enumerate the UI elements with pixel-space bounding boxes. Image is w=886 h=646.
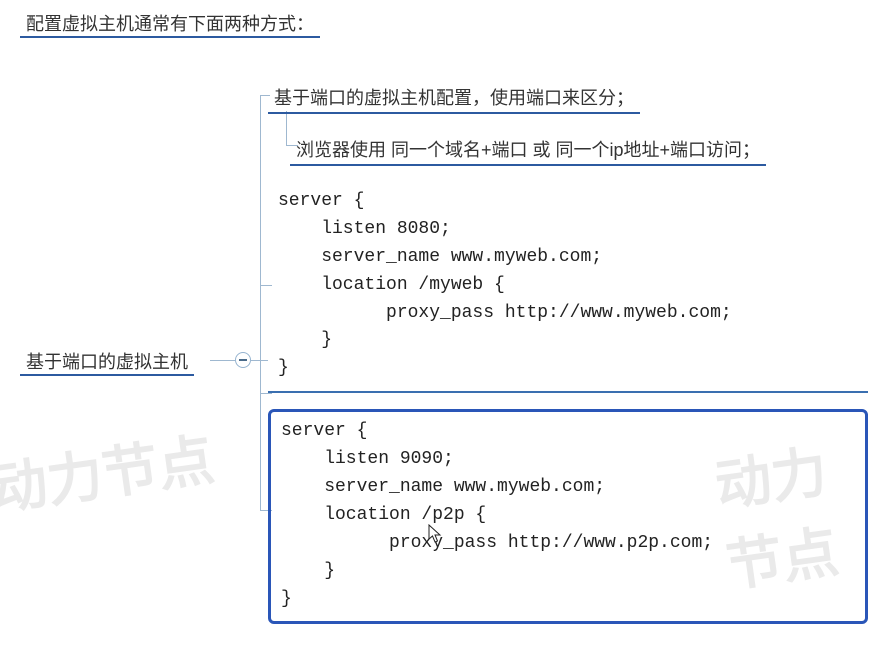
subnote-node[interactable]: 浏览器使用 同一个域名+端口 或 同一个ip地址+端口访问；	[290, 132, 868, 166]
title-text: 配置虚拟主机通常有下面两种方式：	[20, 10, 320, 38]
mindmap-diagram: 动力节点 动力节点 配置虚拟主机通常有下面两种方式： 基于端口的虚拟主机 基于端…	[0, 0, 886, 646]
collapse-toggle[interactable]	[235, 352, 251, 368]
code-block-server-8080[interactable]: server { listen 8080; server_name www.my…	[268, 182, 868, 393]
connector-line	[210, 360, 235, 361]
subtitle-text: 基于端口的虚拟主机配置，使用端口来区分；	[268, 80, 640, 114]
subnote-text: 浏览器使用 同一个域名+端口 或 同一个ip地址+端口访问；	[290, 132, 766, 166]
code-block-server-9090[interactable]: server { listen 9090; server_name www.my…	[268, 409, 868, 624]
title-node[interactable]: 配置虚拟主机通常有下面两种方式：	[20, 10, 320, 36]
right-column: 基于端口的虚拟主机配置，使用端口来区分； 浏览器使用 同一个域名+端口 或 同一…	[268, 80, 868, 624]
branch-label-text: 基于端口的虚拟主机	[20, 348, 194, 376]
watermark: 动力节点	[0, 415, 219, 526]
connector-line	[260, 95, 261, 393]
subtitle-node[interactable]: 基于端口的虚拟主机配置，使用端口来区分；	[268, 80, 868, 114]
branch-port-based[interactable]: 基于端口的虚拟主机	[20, 348, 194, 374]
connector-line	[260, 360, 261, 510]
minus-icon	[239, 359, 247, 361]
